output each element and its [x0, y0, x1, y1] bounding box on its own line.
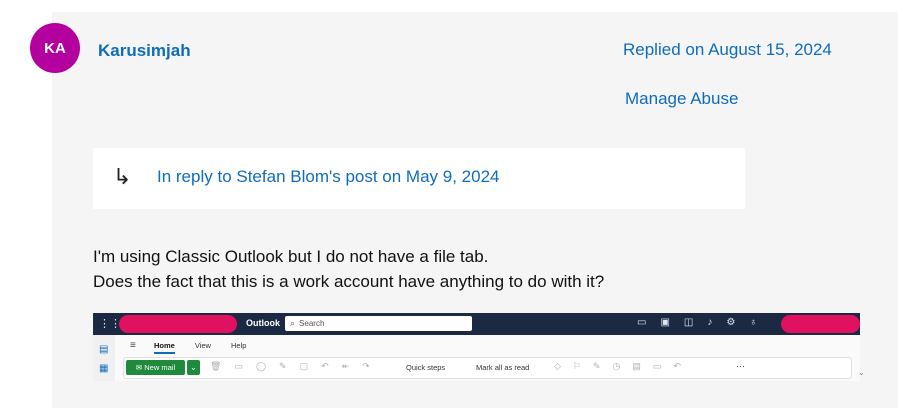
new-mail-label: New mail [144, 363, 176, 372]
new-mail-button: ✉ New mail [126, 360, 185, 375]
calendar-icon: ▦ [99, 363, 109, 374]
clock-icon: ◷ [612, 361, 621, 371]
undo-icon: ↶ [321, 361, 329, 371]
tab-home: Home [154, 341, 175, 354]
chevron-down-icon: ⌄ [187, 360, 200, 375]
tab-view: View [194, 341, 211, 350]
ribbon-icons-secondary: ◇ ⚐ ✎ ◷ ▤ ▭ ↶ [554, 361, 681, 372]
flag-icon: ⚐ [572, 361, 581, 371]
redaction-mark [119, 315, 237, 333]
delete-icon: 🗑 [210, 361, 222, 371]
gear-icon: ⚙ [726, 317, 736, 328]
office-icon: ▣ [660, 317, 670, 328]
body-line-1: I'm using Classic Outlook but I do not h… [93, 247, 489, 266]
reply-arrow-icon: ↳ [113, 164, 132, 189]
outlook-header-bar: ⋮⋮⋮ Outlook ⌕ Search ▭ ▣ ◫ ♪ ⚙ ♁ [93, 313, 860, 335]
envelope-icon: ✉ [135, 363, 145, 372]
meet-icon: ▭ [637, 317, 647, 328]
more-icon: ··· [736, 361, 745, 371]
print-icon: ▭ [652, 361, 662, 371]
embedded-screenshot[interactable]: ⋮⋮⋮ Outlook ⌕ Search ▭ ▣ ◫ ♪ ⚙ ♁ ▤ ▦ ≡ H… [93, 313, 860, 381]
outlook-search-box: ⌕ Search [285, 316, 472, 331]
tag-icon: ◇ [554, 361, 561, 371]
post-body: I'm using Classic Outlook but I do not h… [93, 244, 604, 294]
search-placeholder: Search [299, 319, 325, 328]
reply-context-box: ↳ In reply to Stefan Blom's post on May … [93, 148, 745, 209]
tab-help: Help [230, 341, 247, 350]
sweep-icon: ✎ [279, 361, 287, 371]
chevron-down-icon: ⌄ [858, 368, 865, 377]
archive-icon: ▭ [234, 361, 243, 371]
mark-all-read-label: Mark all as read [476, 363, 530, 372]
redaction-mark [781, 315, 860, 333]
ribbon-tabs: Home View Help [154, 341, 246, 354]
bell-icon: ♪ [707, 317, 713, 328]
in-reply-to-link[interactable]: In reply to Stefan Blom's post on May 9,… [157, 167, 500, 187]
pin-icon: ✎ [593, 361, 601, 371]
avatar[interactable]: KA [30, 23, 80, 73]
header-icons: ▭ ▣ ◫ ♪ ⚙ ♁ [637, 317, 757, 328]
report-icon: ◯ [255, 361, 267, 371]
reply-date[interactable]: Replied on August 15, 2024 [623, 40, 832, 60]
author-name[interactable]: Karusimjah [98, 41, 191, 61]
reply-icon: ↶ [673, 361, 681, 371]
quick-steps-label: Quick steps [406, 363, 446, 372]
forward-icon: ↷ [362, 361, 370, 371]
outlook-app-name: Outlook [246, 318, 280, 328]
lightbulb-icon: ♁ [749, 317, 757, 328]
manage-abuse-link[interactable]: Manage Abuse [625, 89, 738, 109]
panel-icon: ▤ [632, 361, 641, 371]
move-icon: ▢ [299, 361, 309, 371]
outlook-left-rail: ▤ ▦ [93, 335, 115, 381]
reply-all-icon: ↞ [341, 361, 350, 371]
hamburger-icon: ≡ [130, 340, 136, 351]
mail-icon: ▤ [99, 344, 109, 355]
body-line-2: Does the fact that this is a work accoun… [93, 272, 605, 291]
search-icon: ⌕ [290, 318, 296, 328]
ribbon-icons: 🗑 ▭ ◯ ✎ ▢ ↶ ↞ ↷ [210, 361, 370, 372]
notes-icon: ◫ [683, 317, 694, 328]
outlook-ribbon: ✉ New mail ⌄ 🗑 ▭ ◯ ✎ ▢ ↶ ↞ ↷ Quick steps… [123, 357, 852, 379]
